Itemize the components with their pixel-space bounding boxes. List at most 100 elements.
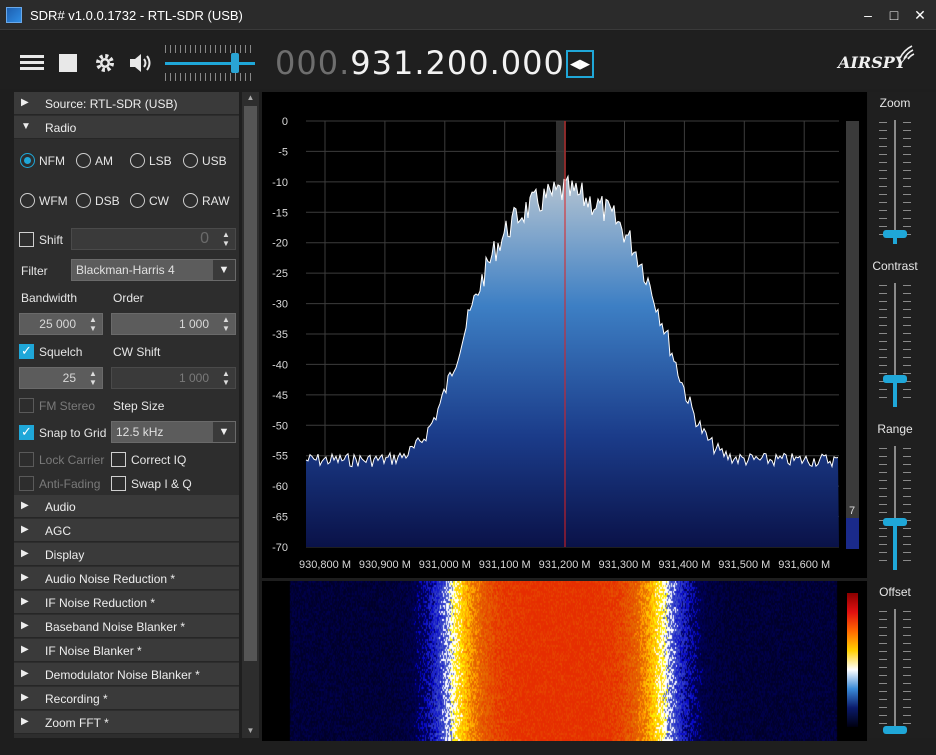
- window-title: SDR# v1.0.0.1732 - RTL-SDR (USB): [30, 8, 243, 23]
- shift-input[interactable]: 0 ▲ ▼: [71, 228, 236, 250]
- if-noise-blanker-header[interactable]: ▶ IF Noise Blanker *: [14, 639, 239, 662]
- squelch-input[interactable]: 25 ▲ ▼: [19, 367, 103, 389]
- y-tick-label: -65: [272, 512, 288, 524]
- minimize-button[interactable]: –: [856, 4, 880, 26]
- expand-arrow-icon: ▶: [21, 548, 29, 559]
- control-panel: ▶ Source: RTL-SDR (USB) ▼ Radio NFM AM L…: [14, 92, 239, 738]
- x-tick-label: 930,900 M: [359, 559, 411, 571]
- spinner-icon: ▲ ▼: [222, 315, 230, 333]
- waterfall-canvas[interactable]: [262, 581, 867, 741]
- tuning-mode-button[interactable]: ◀▶: [566, 50, 594, 78]
- x-tick-label: 930,800 M: [299, 559, 351, 571]
- offset-slider[interactable]: [894, 609, 896, 733]
- source-section-header[interactable]: ▶ Source: RTL-SDR (USB): [14, 92, 239, 115]
- y-tick-label: -20: [272, 238, 288, 250]
- step-size-select[interactable]: 12.5 kHz ▼: [111, 421, 236, 443]
- gear-icon[interactable]: [92, 51, 118, 75]
- stop-icon[interactable]: [59, 54, 77, 72]
- frequency-display[interactable]: 000.931.200.000: [275, 44, 565, 82]
- chevron-down-icon: ▼: [213, 260, 235, 280]
- volume-slider-thumb[interactable]: [231, 53, 239, 73]
- toolbar: 000.931.200.000 ◀▶ AIRSPY: [0, 31, 936, 89]
- volume-ticks-top: [165, 45, 255, 53]
- control-panel-scrollbar[interactable]: ▲ ▼: [242, 92, 259, 738]
- zoom-label: Zoom: [879, 96, 911, 110]
- contrast-label: Contrast: [872, 259, 918, 273]
- expand-arrow-icon: ▶: [21, 572, 29, 583]
- bandwidth-label: Bandwidth: [21, 291, 78, 305]
- display-section-header[interactable]: ▶ Display: [14, 543, 239, 566]
- x-tick-label: 931,200 M: [539, 559, 591, 571]
- scrollbar-thumb[interactable]: [244, 106, 257, 661]
- waterfall-color-scale: [847, 593, 858, 727]
- spectrum-plot[interactable]: 0 -5 -10 -15 -20 -25 -30 -35 -40 -45 -50 -55 -60 -65 -…: [262, 92, 867, 578]
- expand-arrow-icon: ▶: [21, 644, 29, 655]
- app-icon: [6, 7, 22, 23]
- y-tick-label: -70: [272, 542, 288, 554]
- x-tick-label: 931,000 M: [419, 559, 471, 571]
- expand-arrow-icon: ▶: [21, 668, 29, 679]
- order-input[interactable]: 1 000 ▲ ▼: [111, 313, 236, 335]
- order-label: Order: [113, 291, 144, 305]
- x-tick-label: 931,300 M: [599, 559, 651, 571]
- level-meter-fill: [846, 518, 859, 549]
- filter-label: Filter: [21, 264, 48, 278]
- speaker-icon[interactable]: [128, 51, 154, 75]
- radio-section-header[interactable]: ▼ Radio: [14, 116, 239, 139]
- y-tick-label: -10: [272, 177, 288, 189]
- spinner-icon: ▲ ▼: [222, 369, 230, 387]
- demodulator-noise-blanker-header[interactable]: ▶ Demodulator Noise Blanker *: [14, 663, 239, 686]
- cw-shift-label: CW Shift: [113, 345, 161, 359]
- volume-ticks-bottom: [165, 73, 255, 81]
- range-slider-thumb[interactable]: [883, 518, 907, 526]
- bandwidth-input[interactable]: 25 000 ▲ ▼: [19, 313, 103, 335]
- zoom-fft-section-header[interactable]: ▶ Zoom FFT *: [14, 711, 239, 734]
- zoom-slider-thumb[interactable]: [883, 230, 907, 238]
- expand-arrow-icon: ▶: [21, 524, 29, 535]
- title-bar: SDR# v1.0.0.1732 - RTL-SDR (USB) – □ ✕: [0, 0, 936, 30]
- level-meter-value: 7: [849, 505, 855, 517]
- agc-section-header[interactable]: ▶ AGC: [14, 519, 239, 542]
- close-button[interactable]: ✕: [908, 4, 932, 26]
- filter-select[interactable]: Blackman-Harris 4 ▼: [71, 259, 236, 281]
- airspy-logo: AIRSPY: [838, 53, 907, 72]
- expand-arrow-icon: ▶: [21, 716, 29, 727]
- x-tick-label: 931,100 M: [479, 559, 531, 571]
- y-tick-label: 0: [282, 116, 288, 128]
- y-tick-label: -35: [272, 329, 288, 341]
- recording-section-header[interactable]: ▶ Recording *: [14, 687, 239, 710]
- zoom-slider[interactable]: [894, 120, 896, 244]
- y-tick-label: -50: [272, 420, 288, 432]
- spectrum-fill: [306, 176, 839, 547]
- maximize-button[interactable]: □: [882, 4, 906, 26]
- y-tick-label: -25: [272, 268, 288, 280]
- scroll-up-icon: ▲: [246, 93, 255, 102]
- y-tick-label: -5: [278, 146, 288, 158]
- audio-noise-reduction-header[interactable]: ▶ Audio Noise Reduction *: [14, 567, 239, 590]
- baseband-noise-blanker-header[interactable]: ▶ Baseband Noise Blanker *: [14, 615, 239, 638]
- offset-label: Offset: [879, 585, 911, 599]
- scroll-down-icon: ▼: [246, 726, 255, 735]
- collapse-arrow-icon: ▼: [21, 121, 31, 132]
- display-controls: Zoom Contrast Range Offset: [868, 92, 936, 738]
- x-tick-label: 931,500 M: [718, 559, 770, 571]
- y-tick-label: -40: [272, 359, 288, 371]
- volume-slider[interactable]: [165, 62, 255, 65]
- y-tick-label: -15: [272, 207, 288, 219]
- waterfall-display[interactable]: [262, 581, 867, 741]
- contrast-slider-thumb[interactable]: [883, 375, 907, 383]
- y-tick-label: -60: [272, 481, 288, 493]
- level-meter: [846, 121, 859, 549]
- spinner-icon: ▲ ▼: [89, 315, 97, 333]
- spinner-icon: ▲ ▼: [222, 230, 230, 248]
- audio-section-header[interactable]: ▶ Audio: [14, 495, 239, 518]
- if-noise-reduction-header[interactable]: ▶ IF Noise Reduction *: [14, 591, 239, 614]
- x-tick-label: 931,400 M: [658, 559, 710, 571]
- cw-shift-input[interactable]: 1 000 ▲ ▼: [111, 367, 236, 389]
- spectrum-analyzer[interactable]: 0 -5 -10 -15 -20 -25 -30 -35 -40 -45 -50 -55 -60 -65 -…: [262, 92, 867, 578]
- chevron-down-icon: ▼: [213, 422, 235, 442]
- y-tick-label: -55: [272, 451, 288, 463]
- offset-slider-thumb[interactable]: [883, 726, 907, 734]
- y-tick-label: -45: [272, 390, 288, 402]
- menu-icon[interactable]: [20, 52, 46, 76]
